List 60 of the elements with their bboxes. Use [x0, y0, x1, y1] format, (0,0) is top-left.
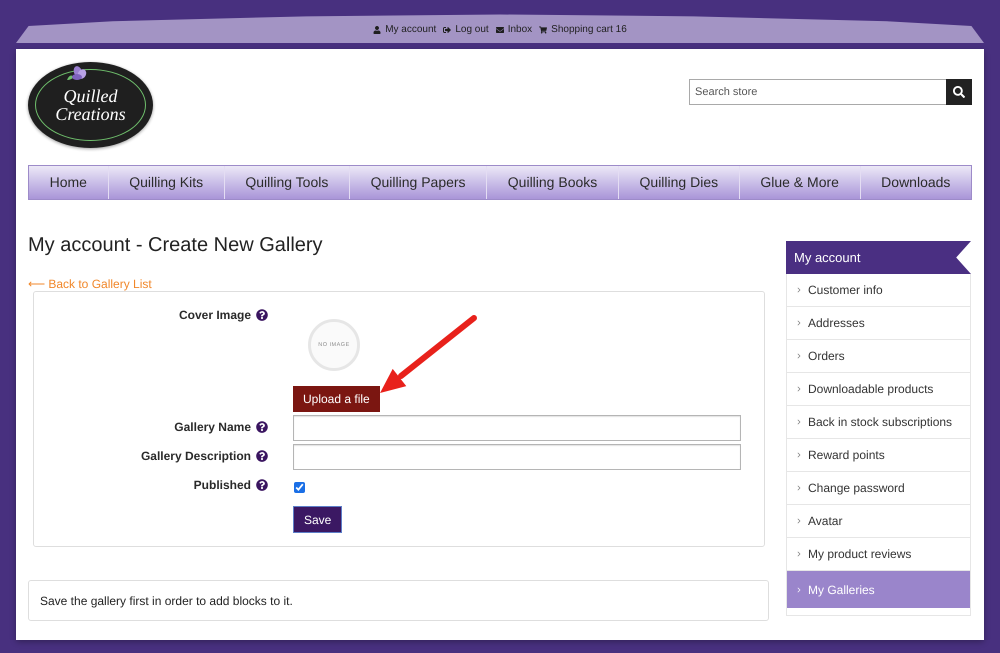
text-input[interactable] — [293, 444, 741, 470]
chevron-icon — [795, 517, 803, 525]
sidebar-item-text: Reward points — [808, 447, 885, 464]
field-label: Gallery Name — [174, 420, 251, 434]
field-label: Gallery Description — [140, 449, 251, 463]
help-icon[interactable] — [256, 309, 268, 321]
chevron-icon — [795, 586, 803, 594]
published-checkbox[interactable] — [294, 482, 305, 493]
text-input[interactable] — [293, 415, 741, 441]
sidebar-item-text: My product reviews — [808, 546, 912, 563]
header-link[interactable]: My account — [373, 24, 436, 36]
logo-text: Quilled Creations — [55, 87, 126, 123]
notice-text: Save the gallery first in order to add blocks to it. — [40, 592, 293, 610]
menu-item[interactable]: Quilling Dies — [618, 166, 739, 199]
sidebar-title: My account — [794, 248, 860, 267]
search-field[interactable]: Search store — [689, 79, 946, 105]
logout-icon — [443, 26, 452, 34]
search-button[interactable] — [946, 79, 972, 105]
header-link[interactable]: Log out — [443, 24, 489, 36]
envelope-icon — [496, 26, 504, 34]
field-label: Cover Image — [178, 308, 251, 322]
menu-item[interactable]: Home — [29, 166, 108, 199]
chevron-icon — [795, 418, 803, 426]
sidebar-item-text: Change password — [808, 480, 905, 497]
menu-item[interactable]: Quilling Kits — [108, 166, 224, 199]
user-icon — [373, 26, 382, 34]
help-icon[interactable] — [256, 479, 268, 491]
help-icon[interactable] — [256, 450, 268, 462]
header-link-text: Log out — [455, 24, 489, 36]
chevron-icon — [795, 319, 803, 327]
header-link-text: Inbox — [508, 24, 532, 36]
menu-item[interactable]: Glue & More — [738, 166, 860, 199]
flower-icon — [66, 65, 88, 83]
help-icon[interactable] — [256, 421, 268, 433]
menu-item[interactable]: Quilling Books — [486, 166, 618, 199]
chevron-icon — [795, 550, 803, 558]
upload-button[interactable]: Upload a file — [293, 386, 380, 412]
menu-item[interactable]: Downloads — [860, 166, 972, 199]
cart-icon — [539, 26, 548, 34]
logo[interactable]: Quilled Creations — [28, 62, 153, 148]
sidebar-item-text: Orders — [808, 348, 845, 365]
header-link[interactable]: Inbox — [496, 24, 532, 36]
chevron-icon — [795, 286, 803, 294]
header-link-text: My account — [385, 24, 436, 36]
sidebar-item-text: Avatar — [808, 513, 842, 530]
search-icon — [953, 86, 965, 98]
sidebar-item-text: Downloadable products — [808, 381, 934, 398]
menu-item[interactable]: Quilling Papers — [349, 166, 486, 199]
chevron-icon — [795, 484, 803, 492]
sidebar-item-text: My Galleries — [808, 582, 875, 598]
chevron-icon — [795, 451, 803, 459]
save-button[interactable]: Save — [293, 506, 342, 533]
sidebar-item-text: Back in stock subscriptions — [808, 414, 952, 431]
chevron-icon — [795, 352, 803, 360]
sidebar-item-text: Customer info — [808, 282, 883, 299]
page-title: My account - Create New Gallery — [28, 233, 323, 257]
field-label: Published — [194, 478, 251, 492]
sidebar-item-text: Addresses — [808, 315, 865, 332]
menu-item[interactable]: Quilling Tools — [224, 166, 349, 199]
chevron-icon — [795, 385, 803, 393]
